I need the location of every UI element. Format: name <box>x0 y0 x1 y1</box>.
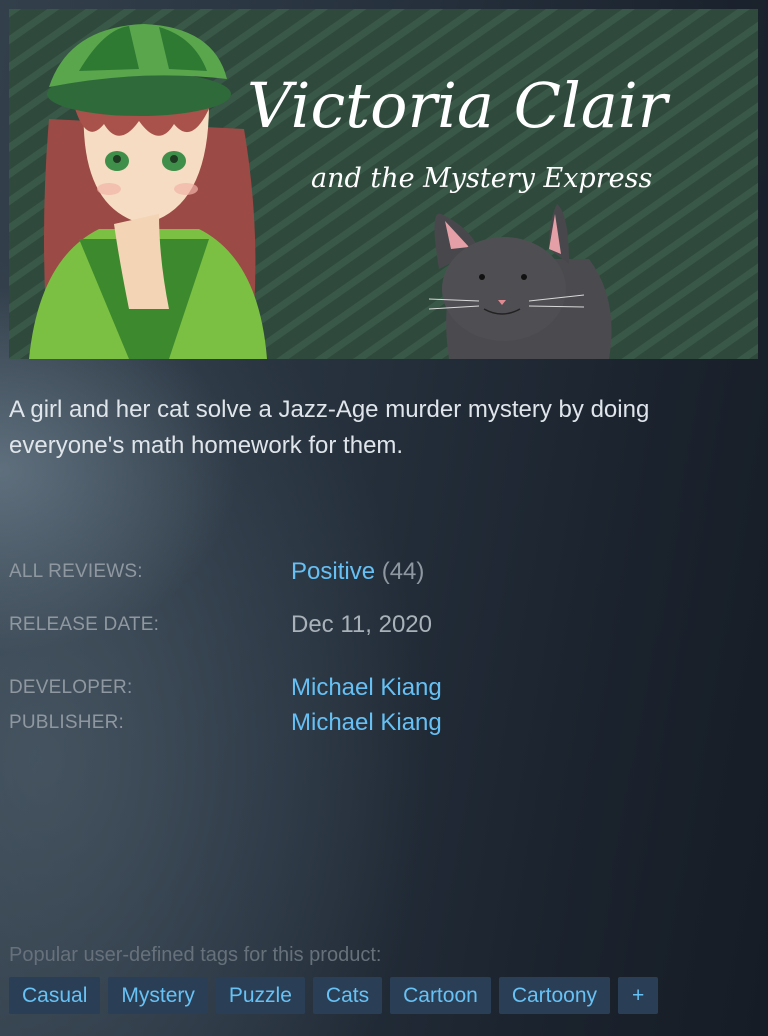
tag-cartoon[interactable]: Cartoon <box>390 977 491 1014</box>
tags-list: Casual Mystery Puzzle Cats Cartoon Carto… <box>9 977 659 1014</box>
developer-link[interactable]: Michael Kiang <box>291 674 442 702</box>
add-tag-button[interactable]: + <box>618 977 659 1014</box>
tag-casual[interactable]: Casual <box>9 977 101 1014</box>
tag-mystery[interactable]: Mystery <box>108 977 208 1014</box>
release-date-label: RELEASE DATE: <box>9 614 160 635</box>
tag-cats[interactable]: Cats <box>312 977 383 1014</box>
game-capsule-image[interactable]: Victoria Clair and the Mystery Express <box>9 9 758 359</box>
all-reviews-value[interactable]: Positive (44) <box>291 558 424 586</box>
review-count: (44) <box>381 558 425 585</box>
publisher-label: PUBLISHER: <box>9 712 124 733</box>
publisher-link[interactable]: Michael Kiang <box>291 709 442 737</box>
review-summary-link[interactable]: Positive <box>291 558 375 585</box>
release-date-value: Dec 11, 2020 <box>291 611 432 638</box>
capsule-subtitle-text: and the Mystery Express <box>311 163 652 194</box>
capsule-artwork: Victoria Clair and the Mystery Express <box>9 9 758 359</box>
developer-label: DEVELOPER: <box>9 677 133 698</box>
capsule-title-text: Victoria Clair <box>247 69 671 142</box>
tag-puzzle[interactable]: Puzzle <box>215 977 305 1014</box>
game-description: A girl and her cat solve a Jazz-Age murd… <box>9 396 650 459</box>
tags-heading: Popular user-defined tags for this produ… <box>9 944 382 966</box>
all-reviews-label: ALL REVIEWS: <box>9 561 143 582</box>
tag-cartoony[interactable]: Cartoony <box>498 977 611 1014</box>
